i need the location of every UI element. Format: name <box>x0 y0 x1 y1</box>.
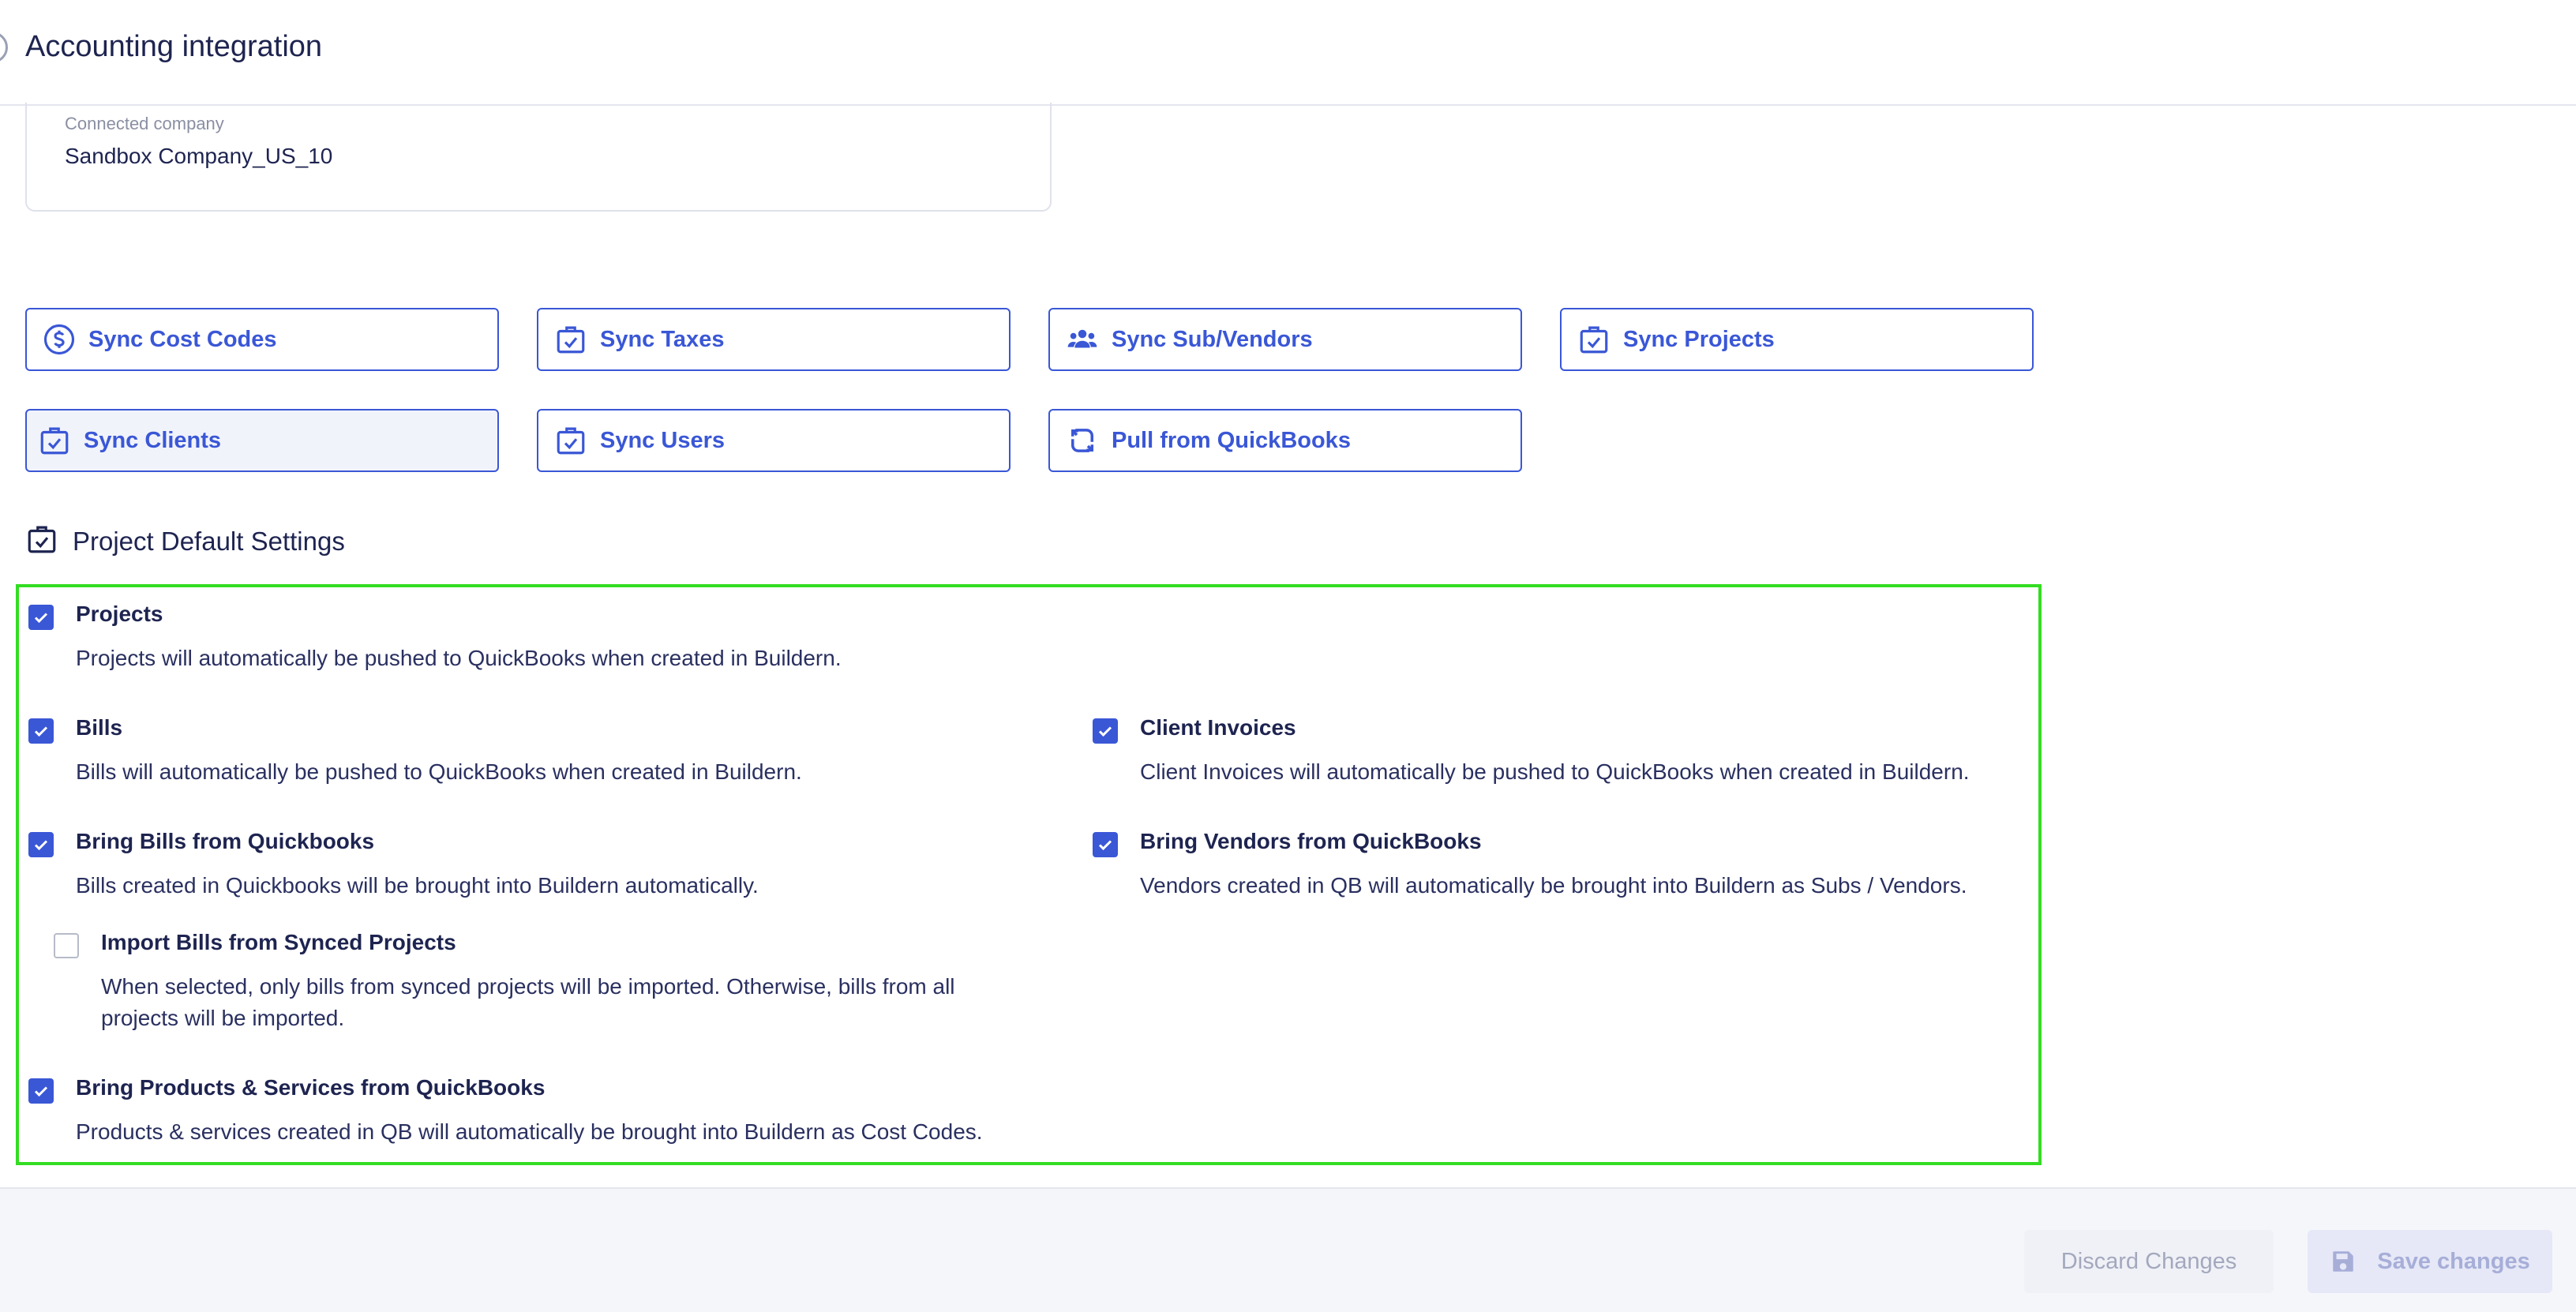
clipboard-check-icon <box>25 523 58 560</box>
import-bills-title: Import Bills from Synced Projects <box>101 930 456 954</box>
bring-bills-checkbox[interactable] <box>28 832 54 857</box>
pull-from-quickbooks-button[interactable]: Pull from QuickBooks <box>1048 409 1522 472</box>
save-icon <box>2333 1251 2354 1272</box>
projects-title: Projects <box>76 602 163 626</box>
bring-bills-title: Bring Bills from Quickbooks <box>76 829 375 853</box>
import-bills-checkbox[interactable] <box>54 933 79 958</box>
bring-products-checkbox[interactable] <box>28 1078 54 1104</box>
sync-cost-codes-label: Sync Cost Codes <box>88 326 277 352</box>
client-invoices-checkbox[interactable] <box>1093 718 1118 744</box>
connected-company-value: Sandbox Company_US_10 <box>65 144 333 168</box>
sync-clients-label: Sync Clients <box>84 427 222 453</box>
bills-desc: Bills will automatically be pushed to Qu… <box>76 759 802 784</box>
client-invoices-title: Client Invoices <box>1140 715 1296 740</box>
import-bills-desc: When selected, only bills from synced pr… <box>101 974 955 1030</box>
dollar-circle-icon <box>41 321 77 358</box>
footer-bar: Discard Changes Save changes <box>0 1187 2576 1312</box>
bring-products-title: Bring Products & Services from QuickBook… <box>76 1075 546 1100</box>
sync-users-label: Sync Users <box>600 427 725 453</box>
pull-from-quickbooks-label: Pull from QuickBooks <box>1112 427 1351 453</box>
discard-changes-button[interactable]: Discard Changes <box>2024 1230 2274 1293</box>
bring-vendors-checkbox[interactable] <box>1093 832 1118 857</box>
sync-taxes-label: Sync Taxes <box>600 326 725 352</box>
bring-vendors-title: Bring Vendors from QuickBooks <box>1140 829 1482 853</box>
save-changes-button[interactable]: Save changes <box>2308 1230 2552 1293</box>
sync-sub-vendors-button[interactable]: Sync Sub/Vendors <box>1048 308 1522 371</box>
clipboard-check-icon <box>553 321 589 358</box>
sync-projects-button[interactable]: Sync Projects <box>1560 308 2034 371</box>
sync-clients-button[interactable]: Sync Clients <box>25 409 499 472</box>
sync-taxes-button[interactable]: Sync Taxes <box>537 308 1011 371</box>
bring-products-desc: Products & services created in QB will a… <box>76 1119 983 1144</box>
client-invoices-desc: Client Invoices will automatically be pu… <box>1140 759 1970 784</box>
connected-company-card: Connected company Sandbox Company_US_10 <box>25 103 1052 212</box>
clipboard-check-icon <box>36 422 73 459</box>
bills-checkbox[interactable] <box>28 718 54 744</box>
project-default-settings-header: Project Default Settings <box>25 523 345 560</box>
back-icon[interactable] <box>0 32 8 63</box>
sync-sub-vendors-label: Sync Sub/Vendors <box>1112 326 1313 352</box>
refresh-icon <box>1064 422 1101 459</box>
clipboard-check-icon <box>1576 321 1612 358</box>
sync-cost-codes-button[interactable]: Sync Cost Codes <box>25 308 499 371</box>
section-title: Project Default Settings <box>73 526 345 556</box>
page-title: Accounting integration <box>25 30 323 63</box>
bills-title: Bills <box>76 715 123 740</box>
bring-vendors-desc: Vendors created in QB will automatically… <box>1140 873 1967 898</box>
projects-desc: Projects will automatically be pushed to… <box>76 646 842 670</box>
bring-bills-desc: Bills created in Quickbooks will be brou… <box>76 873 759 898</box>
clipboard-check-icon <box>553 422 589 459</box>
users-icon <box>1064 321 1101 358</box>
projects-checkbox[interactable] <box>28 605 54 630</box>
sync-projects-label: Sync Projects <box>1623 326 1775 352</box>
page-header: Accounting integration <box>0 0 2576 106</box>
sync-users-button[interactable]: Sync Users <box>537 409 1011 472</box>
connected-company-label: Connected company <box>65 114 224 133</box>
save-changes-label: Save changes <box>2377 1248 2530 1274</box>
